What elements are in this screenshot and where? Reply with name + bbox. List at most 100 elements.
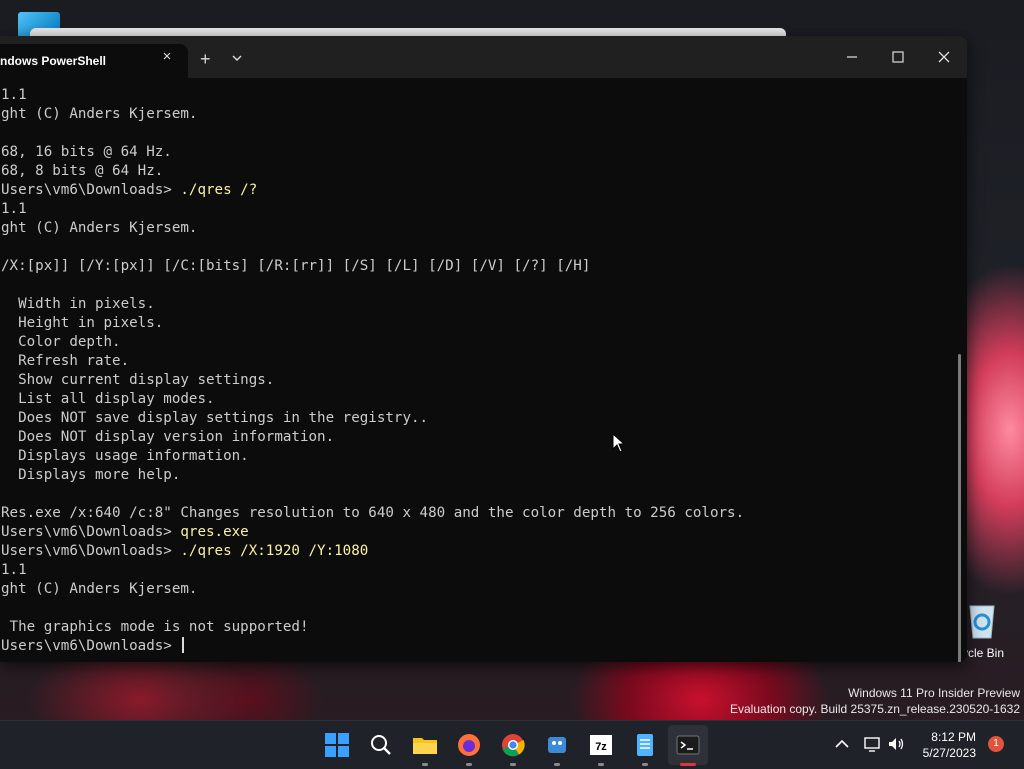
clock[interactable]: 8:12 PM 5/27/2023 [923,729,976,761]
terminal-line: Width in pixels. [1,295,744,314]
terminal-line: 68, 16 bits @ 64 Hz. [1,143,744,162]
firefox-icon[interactable] [455,731,483,759]
line-text: List all display modes. [1,391,215,407]
line-text: Does NOT display version information. [1,429,335,445]
title-bar[interactable]: ndows PowerShell × + [0,36,967,78]
terminal-icon[interactable] [674,731,702,759]
watermark-line-1: Windows 11 Pro Insider Preview [848,686,1020,700]
terminal-line: Does NOT save display settings in the re… [1,409,744,428]
line-text: /X:[px]] [/Y:[px]] [/C:[bits] [/R:[rr]] … [1,258,591,274]
clock-time: 8:12 PM [931,730,976,744]
line-text: The graphics mode is not supported! [1,619,309,635]
terminal-line: Does NOT display version information. [1,428,744,447]
command-text: ./qres /X:1920 /Y:1080 [180,543,369,559]
line-text: Width in pixels. [1,296,155,312]
line-text: ght (C) Anders Kjersem. [1,106,198,122]
chevron-down-icon[interactable] [231,52,243,64]
scrollbar[interactable] [958,354,961,662]
terminal-line: Users\vm6\Downloads> [1,637,744,656]
tab-close-icon[interactable]: × [160,49,174,64]
command-text: ./qres /? [180,182,258,198]
terminal-line: 1.1 [1,200,744,219]
tab-title: ndows PowerShell [0,54,107,68]
terminal-line: ght (C) Anders Kjersem. [1,580,744,599]
terminal-line: Users\vm6\Downloads> ./qres /X:1920 /Y:1… [1,542,744,561]
terminal-window[interactable]: ndows PowerShell × + 1.1 ght (C) Anders K… [0,36,967,662]
line-text: Color depth. [1,334,121,350]
network-icon[interactable] [863,734,883,754]
file-explorer-indicator [422,763,428,766]
firefox-indicator [466,763,472,766]
line-text: Displays more help. [1,467,181,483]
terminal-line: Users\vm6\Downloads> ./qres /? [1,181,744,200]
line-text: Users\vm6\Downloads> [1,543,181,559]
notification-badge[interactable]: 1 [988,736,1004,752]
chrome-indicator [510,763,516,766]
line-text: Users\vm6\Downloads> [1,524,181,540]
terminal-line: Displays usage information. [1,447,744,466]
notepad-icon[interactable] [631,731,659,759]
line-text: 1.1 [1,201,27,217]
app-icon[interactable] [543,731,571,759]
line-text: 68, 8 bits @ 64 Hz. [1,163,164,179]
notepad-indicator [642,763,648,766]
terminal-line: Users\vm6\Downloads> qres.exe [1,523,744,542]
new-tab-button[interactable]: + [200,50,211,68]
app-indicator [554,763,560,766]
terminal-line: ght (C) Anders Kjersem. [1,105,744,124]
line-text: Show current display settings. [1,372,275,388]
line-text: 1.1 [1,562,27,578]
line-text: Res.exe /x:640 /c:8" Changes resolution … [1,505,745,521]
clock-date: 5/27/2023 [922,746,976,760]
terminal-line: List all display modes. [1,390,744,409]
text-cursor [182,637,185,653]
7zip-indicator [598,763,604,766]
terminal-line: Height in pixels. [1,314,744,333]
terminal-line: /X:[px]] [/Y:[px]] [/C:[bits] [/R:[rr]] … [1,257,744,276]
windows-start-icon[interactable] [323,731,351,759]
terminal-output[interactable]: 1.1 ght (C) Anders Kjersem. 68, 16 bits @ … [1,86,744,656]
line-text: Height in pixels. [1,315,164,331]
search-icon[interactable] [367,731,395,759]
watermark-line-2: Evaluation copy. Build 25375.zn_release.… [730,702,1020,716]
terminal-line: Displays more help. [1,466,744,485]
recycle-bin-label: ycle Bin [962,646,1005,660]
line-text: Displays usage information. [1,448,249,464]
terminal-line: Show current display settings. [1,371,744,390]
terminal-line: 1.1 [1,561,744,580]
maximize-button[interactable] [883,44,913,70]
evaluation-watermark: Windows 11 Pro Insider Preview Evaluatio… [730,685,1020,717]
line-text: ght (C) Anders Kjersem. [1,581,198,597]
line-text: Users\vm6\Downloads> [1,638,181,654]
recycle-bin-icon[interactable] [962,598,1002,640]
line-text: 1.1 [1,87,27,103]
terminal-line: Color depth. [1,333,744,352]
mouse-pointer-icon [612,433,626,453]
terminal-line: Refresh rate. [1,352,744,371]
terminal-line: The graphics mode is not supported! [1,618,744,637]
terminal-indicator [680,763,696,766]
line-text: Users\vm6\Downloads> [1,182,181,198]
minimize-button[interactable] [837,44,867,70]
terminal-line: ght (C) Anders Kjersem. [1,219,744,238]
line-text: Refresh rate. [1,353,130,369]
chrome-icon[interactable] [499,731,527,759]
line-text: 68, 16 bits @ 64 Hz. [1,144,172,160]
line-text: ght (C) Anders Kjersem. [1,220,198,236]
7zip-icon[interactable]: 7z [587,731,615,759]
line-text: Does NOT save display settings in the re… [1,410,429,426]
file-explorer-icon[interactable] [411,731,439,759]
terminal-line: 68, 8 bits @ 64 Hz. [1,162,744,181]
terminal-line: 1.1 [1,86,744,105]
tab-powershell[interactable]: ndows PowerShell × [0,44,188,78]
close-window-button[interactable] [929,44,959,70]
command-text: qres.exe [180,524,249,540]
chevron-up-icon[interactable] [832,734,852,754]
volume-icon[interactable] [886,734,906,754]
terminal-line: Res.exe /x:640 /c:8" Changes resolution … [1,504,744,523]
